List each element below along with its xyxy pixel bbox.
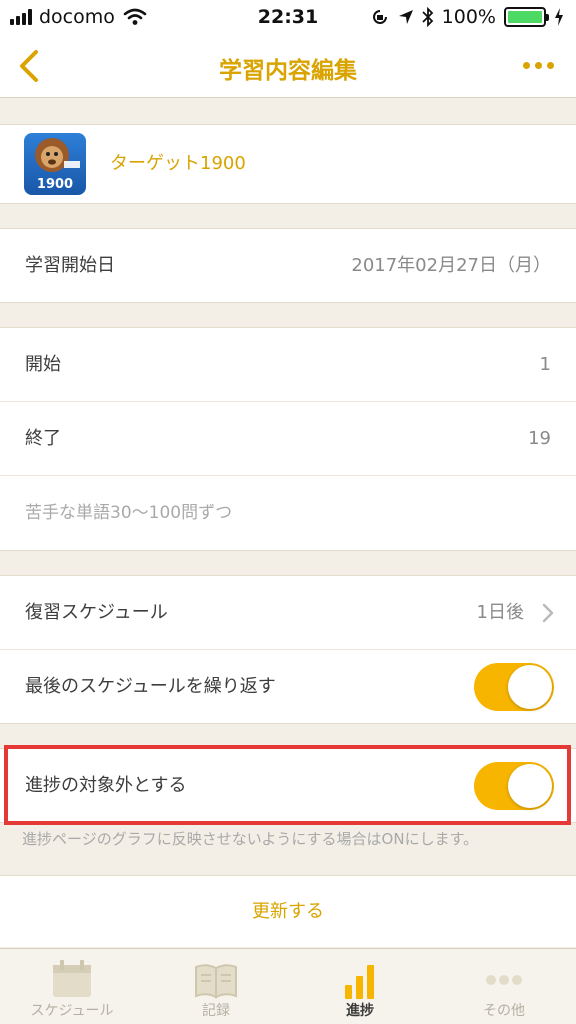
- tab-other[interactable]: その他: [432, 949, 576, 1024]
- tab-records[interactable]: 記録: [144, 949, 288, 1024]
- start-date-label: 学習開始日: [25, 255, 115, 276]
- memo-field[interactable]: 苦手な単語30〜100問ずつ: [25, 476, 232, 550]
- book-section: 1900 ターゲット1900: [0, 124, 576, 204]
- end-row[interactable]: 終了 19: [0, 402, 576, 476]
- charging-icon: [555, 8, 563, 26]
- exclude-note: 進捗ページのグラフに反映させないようにする場合はONにします。: [22, 830, 479, 848]
- start-date-value: 2017年02月27日（月）: [351, 255, 551, 276]
- exclude-row: 進捗の対象外とする: [0, 749, 576, 823]
- battery-percent: 100%: [441, 6, 496, 28]
- book-cover-icon: 1900: [24, 133, 86, 195]
- tab-label: 進捗: [346, 1003, 374, 1019]
- tab-label: 記録: [202, 1003, 230, 1019]
- location-icon: [398, 10, 413, 24]
- range-section: 開始 1 終了 19 苦手な単語30〜100問ずつ: [0, 327, 576, 551]
- start-date-section: 学習開始日 2017年02月27日（月）: [0, 228, 576, 303]
- page-title: 学習内容編集: [219, 58, 357, 84]
- tab-label: その他: [483, 1003, 525, 1019]
- bluetooth-icon: [422, 7, 433, 27]
- update-button[interactable]: 更新する: [0, 875, 576, 947]
- review-schedule-row[interactable]: 復習スケジュール 1日後: [0, 576, 576, 650]
- start-row[interactable]: 開始 1: [0, 328, 576, 402]
- tab-bar: スケジュール 記録 進捗 その他: [0, 948, 576, 1024]
- exclude-section: 進捗の対象外とする: [0, 748, 576, 823]
- more-options-icon[interactable]: [523, 62, 554, 69]
- tab-label: スケジュール: [30, 1003, 114, 1019]
- calendar-icon: [53, 960, 91, 997]
- repeat-schedule-row: 最後のスケジュールを繰り返す: [0, 650, 576, 724]
- status-bar: docomo 22:31 100%: [0, 0, 576, 36]
- exclude-label: 進捗の対象外とする: [25, 775, 187, 796]
- review-schedule-label: 復習スケジュール: [25, 602, 168, 623]
- tab-schedule[interactable]: スケジュール: [0, 949, 144, 1024]
- more-icon: [486, 975, 522, 985]
- start-date-row[interactable]: 学習開始日 2017年02月27日（月）: [0, 229, 576, 303]
- start-value: 1: [539, 354, 551, 375]
- repeat-schedule-label: 最後のスケジュールを繰り返す: [25, 676, 276, 697]
- toggle-knob: [508, 665, 552, 709]
- repeat-schedule-toggle[interactable]: [474, 663, 554, 711]
- toggle-knob: [508, 764, 552, 808]
- update-button-label: 更新する: [252, 901, 324, 922]
- end-value: 19: [528, 428, 551, 449]
- end-label: 終了: [25, 428, 61, 449]
- orientation-lock-icon: [372, 10, 387, 24]
- open-book-icon: [195, 964, 237, 999]
- review-section: 復習スケジュール 1日後 最後のスケジュールを繰り返す: [0, 575, 576, 724]
- navigation-bar: 学習内容編集: [0, 36, 576, 98]
- review-schedule-value: 1日後: [476, 602, 524, 623]
- exclude-toggle[interactable]: [474, 762, 554, 810]
- battery-icon: [504, 7, 549, 27]
- tab-progress[interactable]: 進捗: [288, 949, 432, 1024]
- book-cover-number: 1900: [36, 177, 74, 192]
- chevron-right-icon: [542, 603, 554, 623]
- memo-row[interactable]: 苦手な単語30〜100問ずつ: [0, 476, 576, 550]
- book-title[interactable]: ターゲット1900: [110, 125, 246, 203]
- start-label: 開始: [25, 354, 61, 375]
- status-right: 100%: [370, 6, 564, 28]
- bar-chart-icon: [345, 965, 374, 999]
